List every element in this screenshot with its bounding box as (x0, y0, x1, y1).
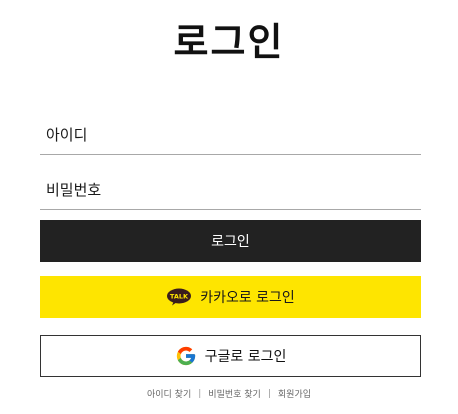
link-separator: | (267, 388, 271, 399)
id-input[interactable] (40, 115, 421, 155)
google-login-label: 구글로 로그인 (204, 349, 287, 365)
kakao-login-label: 카카오로 로그인 (200, 290, 295, 306)
find-id-link[interactable]: 아이디 찾기 (147, 387, 191, 400)
kakao-talk-icon: TALK (166, 288, 192, 306)
kakao-login-button[interactable]: TALK 카카오로 로그인 (40, 276, 421, 318)
footer-links: 아이디 찾기 | 비밀번호 찾기 | 회원가입 (0, 387, 458, 401)
page-title: 로그인 (173, 20, 285, 64)
password-input[interactable] (40, 170, 421, 210)
signup-link[interactable]: 회원가입 (278, 387, 311, 400)
login-button[interactable]: 로그인 (40, 220, 421, 262)
google-login-button[interactable]: 구글로 로그인 (40, 335, 421, 377)
find-password-link[interactable]: 비밀번호 찾기 (208, 387, 261, 400)
link-separator: | (198, 388, 202, 399)
google-logo-icon (175, 345, 197, 367)
login-button-label: 로그인 (211, 234, 250, 250)
svg-text:TALK: TALK (170, 293, 189, 301)
